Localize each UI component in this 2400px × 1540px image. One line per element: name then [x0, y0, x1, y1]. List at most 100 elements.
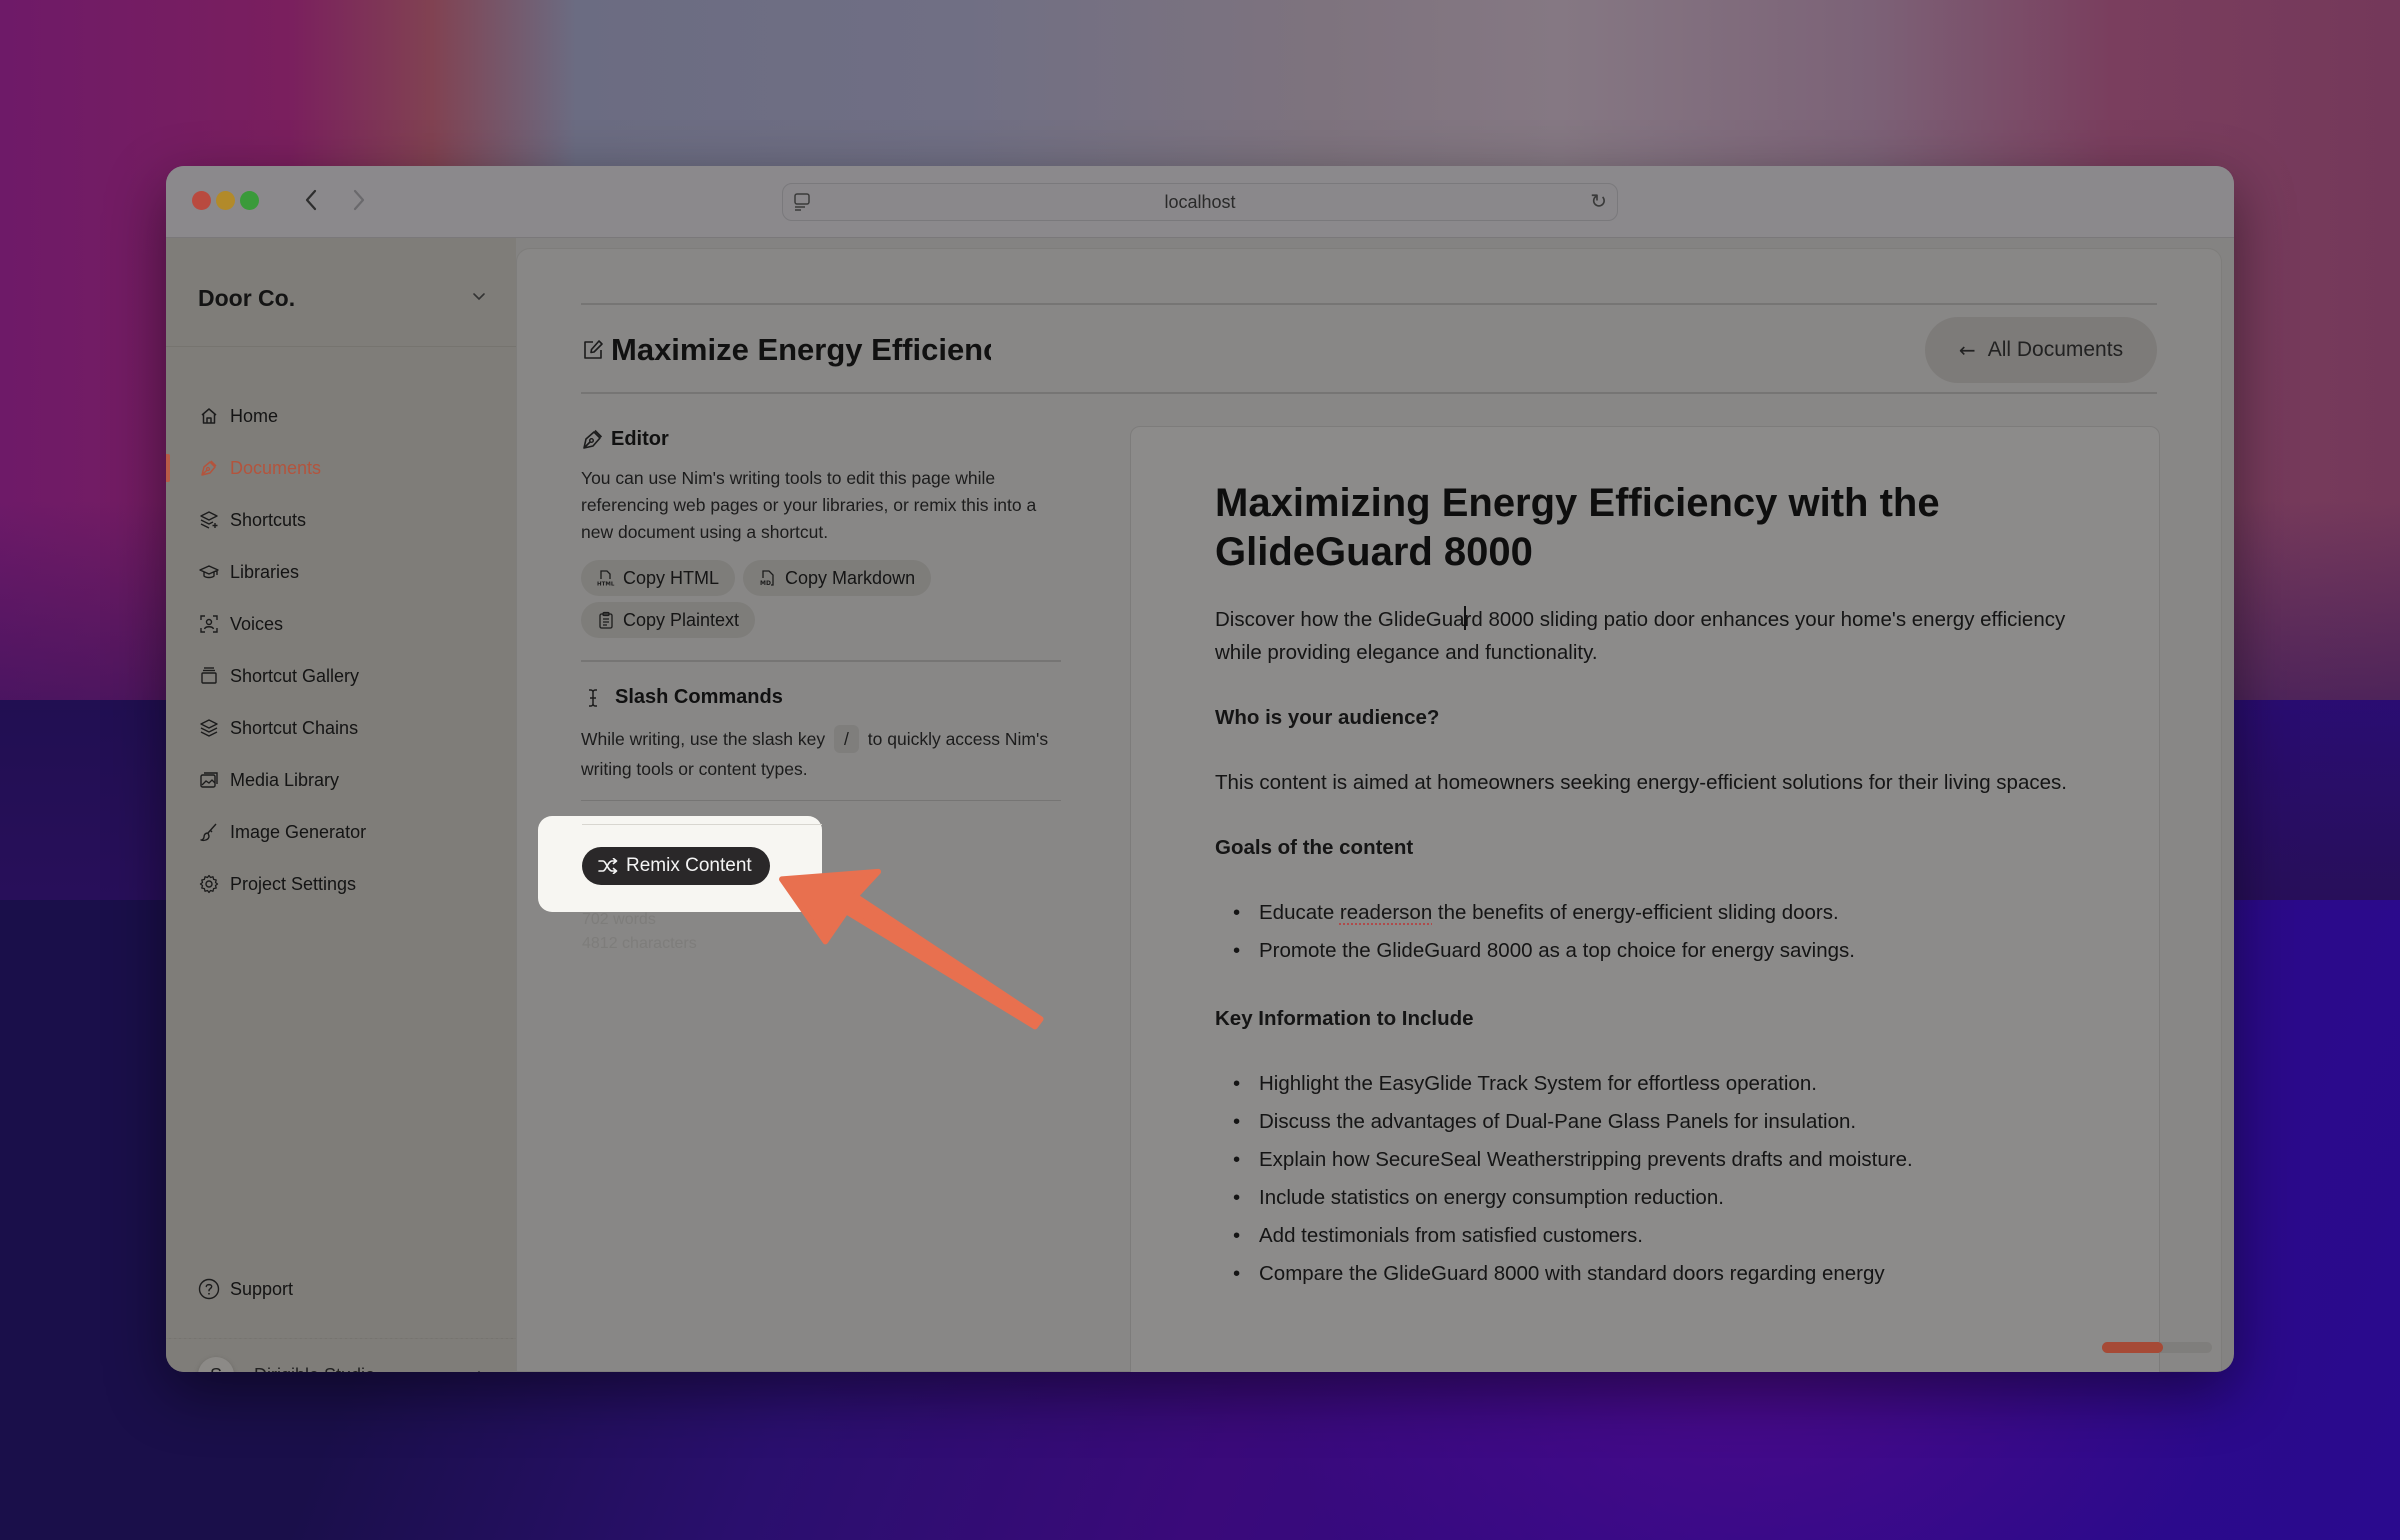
list-item: Explain how SecureSeal Weatherstripping …	[1215, 1141, 2075, 1179]
sidebar-item-media-library[interactable]: Media Library	[166, 754, 516, 806]
character-count: 4812 characters	[582, 935, 697, 952]
scroll-progress-fill	[2102, 1342, 2163, 1353]
url-text: localhost	[1164, 192, 1236, 212]
sidebar-item-shortcut-gallery[interactable]: Shortcut Gallery	[166, 650, 516, 702]
all-documents-label: All Documents	[1987, 338, 2124, 361]
goals-heading: Goals of the content	[1215, 836, 1414, 859]
help-circle-icon	[198, 1278, 220, 1300]
arrow-left-icon: ←	[1958, 338, 1976, 362]
scroll-progress-bar[interactable]	[2102, 1342, 2212, 1353]
list-item: Educate readerson the benefits of energy…	[1215, 894, 2075, 932]
sidebar-item-label: Image Generator	[230, 821, 367, 842]
key-info-list: Highlight the EasyGlide Track System for…	[1215, 1065, 2075, 1293]
document-title-input[interactable]: Maximize Energy Efficienc	[611, 332, 991, 368]
editor-section-heading: Editor	[581, 423, 1061, 455]
remix-highlight-box: Remix Content	[538, 816, 822, 912]
support-label: Support	[230, 1278, 294, 1299]
sidebar-divider	[166, 346, 516, 347]
all-documents-button[interactable]: ← All Documents	[1925, 317, 2157, 383]
sidebar: Door Co. Home Documents Shortcuts Librar…	[166, 238, 516, 1372]
pen-nib-icon	[198, 457, 220, 479]
sidebar-item-voices[interactable]: Voices	[166, 598, 516, 650]
sidebar-item-libraries[interactable]: Libraries	[166, 546, 516, 598]
maximize-window-button[interactable]	[240, 191, 259, 210]
copy-plaintext-button[interactable]: Copy Plaintext	[581, 602, 756, 638]
divider	[581, 799, 1061, 801]
list-item: Highlight the EasyGlide Track System for…	[1215, 1065, 2075, 1103]
editor-description: You can use Nim's writing tools to edit …	[581, 468, 1037, 542]
slash-commands-description: While writing, use the slash key / to qu…	[581, 724, 1061, 784]
layers-icon	[198, 717, 220, 739]
sidebar-item-label: Shortcut Gallery	[230, 665, 360, 686]
intro-text-start: Discover how the GlideGua	[1215, 608, 1465, 631]
reload-icon[interactable]: ↻	[1590, 191, 1607, 213]
images-icon	[198, 769, 220, 791]
account-switcher[interactable]: S Dirigible Studio	[198, 1355, 486, 1372]
divider	[581, 303, 2157, 305]
sidebar-item-image-generator[interactable]: Image Generator	[166, 806, 516, 858]
address-bar[interactable]: localhost ↻	[782, 183, 1618, 221]
list-item: Include statistics on energy consumption…	[1215, 1179, 2075, 1217]
sidebar-item-support[interactable]: Support	[198, 1278, 293, 1300]
graduation-cap-icon	[198, 561, 220, 583]
list-item: Add testimonials from satisfied customer…	[1215, 1217, 2075, 1255]
sidebar-item-label: Home	[230, 405, 279, 426]
copy-markdown-button[interactable]: MD Copy Markdown	[743, 560, 932, 596]
list-item-text: the benefits of energy-efficient sliding…	[1432, 901, 1839, 924]
forward-button[interactable]	[342, 182, 374, 218]
sidebar-item-project-settings[interactable]: Project Settings	[166, 858, 516, 910]
sidebar-item-shortcuts[interactable]: Shortcuts	[166, 494, 516, 546]
chevron-left-icon	[305, 189, 317, 211]
slash-commands-heading: Slash Commands	[615, 686, 783, 708]
chevron-right-icon	[353, 189, 365, 211]
close-window-button[interactable]	[192, 191, 211, 210]
copy-markdown-label: Copy Markdown	[785, 567, 916, 588]
sidebar-item-label: Documents	[230, 457, 322, 478]
editor-heading: Editor	[611, 427, 669, 450]
sidebar-nav: Home Documents Shortcuts Libraries Voice…	[166, 390, 516, 910]
audience-heading: Who is your audience?	[1215, 706, 1440, 729]
copy-html-button[interactable]: HTML Copy HTML	[581, 560, 736, 596]
edit-icon[interactable]	[581, 338, 605, 362]
minimize-window-button[interactable]	[216, 191, 235, 210]
divider	[581, 392, 2157, 394]
gallery-icon	[198, 665, 220, 687]
gear-icon	[198, 873, 220, 895]
sidebar-item-label: Media Library	[230, 769, 340, 790]
brush-icon	[198, 821, 220, 843]
org-name: Door Co.	[198, 285, 296, 311]
back-button[interactable]	[296, 182, 328, 218]
shuffle-icon	[598, 858, 618, 874]
list-item-text: Educate	[1259, 901, 1340, 924]
avatar: S	[198, 1357, 234, 1372]
sidebar-item-documents[interactable]: Documents	[166, 442, 516, 494]
sidebar-item-label: Project Settings	[230, 873, 357, 894]
remix-content-label: Remix Content	[626, 855, 752, 876]
list-item: Compare the GlideGuard 8000 with standar…	[1215, 1255, 2075, 1293]
remix-content-button[interactable]: Remix Content	[582, 847, 770, 885]
browser-window: localhost ↻ Door Co. Home Documents Shor…	[166, 166, 2234, 1372]
editor-info-panel: Editor You can use Nim's writing tools t…	[581, 423, 1061, 801]
goals-list: Educate readerson the benefits of energy…	[1215, 894, 2075, 970]
sidebar-item-shortcut-chains[interactable]: Shortcut Chains	[166, 702, 516, 754]
chevron-up-icon	[472, 1369, 486, 1372]
svg-text:MD: MD	[760, 580, 771, 587]
document-editor[interactable]: Maximizing Energy Efficiency with the Gl…	[1130, 426, 2160, 1372]
account-name: Dirigible Studio	[254, 1365, 375, 1373]
pen-nib-icon	[581, 427, 605, 451]
document-stats: 702 words 4812 characters	[582, 908, 697, 956]
document-content: Maximizing Energy Efficiency with the Gl…	[1215, 479, 2075, 1293]
list-item-text: Promote the GlideGuard 8000 as a top cho…	[1259, 939, 1855, 962]
key-info-heading: Key Information to Include	[1215, 1007, 1474, 1030]
org-switcher[interactable]: Door Co.	[198, 278, 486, 318]
clipboard-icon	[597, 611, 615, 629]
slash-text-before: While writing, use the slash key	[581, 728, 826, 749]
user-scan-icon	[198, 613, 220, 635]
sidebar-item-home[interactable]: Home	[166, 390, 516, 442]
browser-titlebar: localhost ↻	[166, 166, 2234, 238]
sidebar-item-label: Shortcut Chains	[230, 717, 359, 738]
list-item: Discuss the advantages of Dual-Pane Glas…	[1215, 1103, 2075, 1141]
divider	[582, 824, 822, 825]
slash-commands-heading-row: Slash Commands	[581, 682, 1061, 714]
misspelled-word[interactable]: readerson	[1340, 901, 1432, 924]
